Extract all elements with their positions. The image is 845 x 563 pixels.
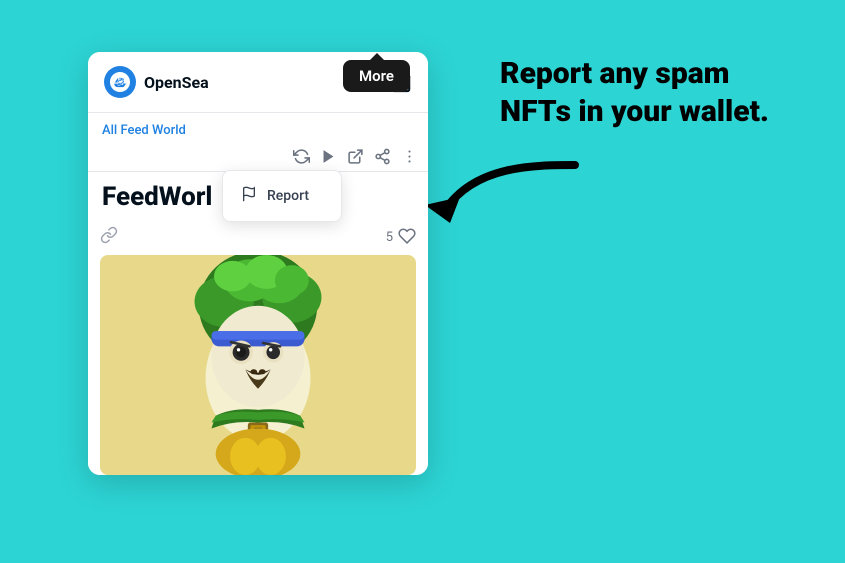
- browser-window: OpenSea More All Feed World: [88, 52, 428, 475]
- browser-topbar: OpenSea More: [88, 52, 428, 113]
- share-icon[interactable]: [374, 148, 391, 165]
- annotation-text: Report any spam NFTs in your wallet.: [500, 55, 800, 130]
- nft-section: 5: [88, 218, 428, 475]
- parrot-svg: [100, 255, 416, 475]
- report-label: Report: [267, 188, 309, 204]
- annotation-label: Report any spam NFTs in your wallet.: [500, 56, 769, 129]
- play-icon[interactable]: [320, 148, 337, 165]
- page-title-text: FeedWorl: [102, 182, 212, 212]
- opensea-brand: OpenSea: [144, 73, 356, 92]
- breadcrumb-link[interactable]: All Feed World: [102, 123, 186, 138]
- toolbar-row: [88, 144, 428, 172]
- opensea-logo-icon: [110, 72, 130, 92]
- more-tooltip-label: More: [359, 67, 394, 85]
- external-link-icon[interactable]: [347, 148, 364, 165]
- refresh-icon[interactable]: [293, 148, 310, 165]
- opensea-logo: [104, 66, 136, 98]
- nft-likes: 5: [386, 227, 416, 249]
- breadcrumb: All Feed World: [88, 113, 428, 144]
- more-dots-icon[interactable]: [401, 148, 418, 165]
- nft-link-icon[interactable]: [100, 226, 118, 249]
- likes-count: 5: [386, 230, 393, 245]
- flag-icon: [241, 186, 257, 206]
- report-dropdown: Report: [222, 170, 342, 222]
- arrow-icon: [415, 155, 595, 235]
- more-tooltip: More: [343, 60, 410, 92]
- nft-card-header: 5: [100, 226, 416, 249]
- nft-image: [100, 255, 416, 475]
- heart-icon[interactable]: [398, 227, 416, 249]
- report-item[interactable]: Report: [223, 177, 341, 215]
